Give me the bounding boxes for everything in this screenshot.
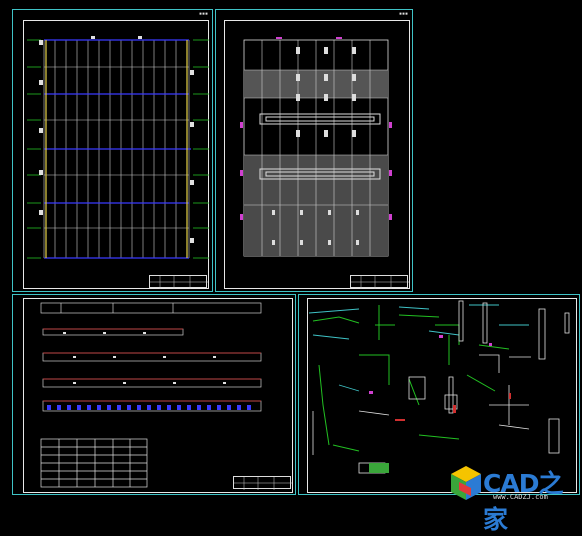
watermark: CAD之家 www.CADZJ.com: [447, 462, 581, 534]
watermark-url: www.CADZJ.com: [493, 493, 548, 501]
title-block: [149, 275, 208, 289]
title-block: [233, 476, 292, 490]
drawing-sheet-grid-plan[interactable]: ▪▪▪: [12, 9, 213, 292]
title-block: [350, 275, 409, 289]
grid-plan-drawing: [27, 36, 209, 259]
cube-logo-icon: [451, 466, 481, 500]
drawing-sheet-roof-plan[interactable]: ▪▪▪: [215, 9, 413, 292]
roof-plan-drawing: [240, 37, 392, 257]
elevation-drawings: [40, 302, 262, 488]
drawing-sheet-elevations[interactable]: [12, 294, 296, 495]
